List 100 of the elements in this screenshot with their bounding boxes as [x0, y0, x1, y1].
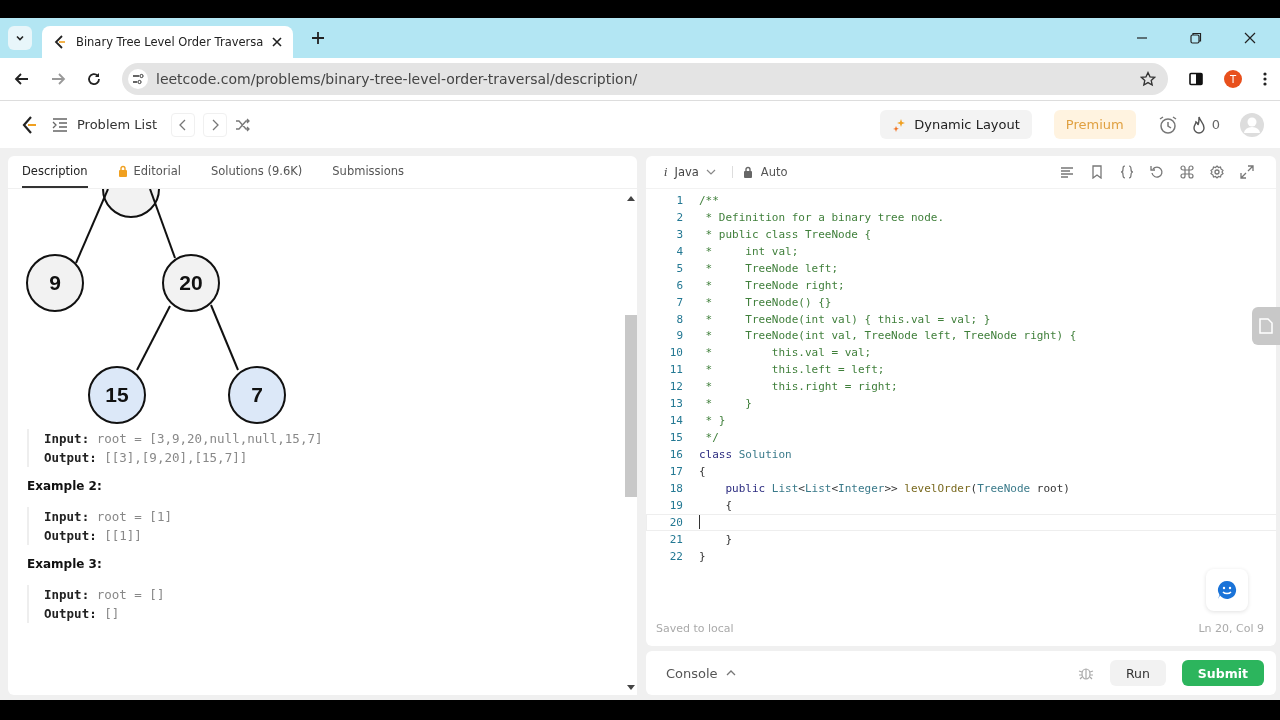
line-number: 15 [668, 431, 684, 445]
expand-icon[interactable] [1240, 165, 1254, 179]
auto-mode-label[interactable]: Auto [742, 165, 788, 179]
line-number: 12 [668, 380, 684, 394]
line-number: 3 [675, 227, 684, 241]
chevron-up-icon [725, 669, 736, 677]
line-number: 9 [675, 329, 684, 343]
tree-node: 20 [162, 254, 220, 312]
language-selector[interactable]: i Java [664, 165, 716, 179]
code-line: * TreeNode() {} [704, 295, 832, 309]
panel-tab[interactable]: Submissions [332, 164, 405, 188]
line-number: 4 [675, 244, 684, 258]
tab-search-button[interactable] [8, 26, 32, 50]
line-number: 10 [668, 346, 684, 360]
line-number: 6 [675, 278, 684, 292]
line-number: 18 [668, 481, 684, 495]
code-line: */ [704, 431, 719, 445]
code-line: public List<List<Integer>> levelOrder(TreeNode root) [724, 481, 1070, 495]
line-number: 14 [668, 414, 684, 428]
bug-icon[interactable] [1077, 665, 1094, 681]
chevron-right-icon [210, 118, 220, 131]
code-line: * } [704, 397, 752, 411]
panel-tab[interactable]: Solutions (9.6K) [211, 164, 303, 188]
format-icon[interactable] [1060, 165, 1074, 179]
scroll-up-icon[interactable] [627, 195, 635, 201]
tree-edge [136, 305, 171, 371]
code-line: * } [704, 414, 726, 428]
code-line: } [724, 532, 733, 546]
flame-icon [1191, 115, 1206, 134]
leetcode-logo-icon[interactable] [20, 114, 38, 135]
new-tab-icon[interactable] [311, 31, 326, 45]
close-icon[interactable] [271, 36, 284, 48]
line-number: 1 [675, 193, 684, 207]
code-line: * this.right = right; [704, 380, 898, 394]
settings-icon[interactable] [1210, 165, 1224, 179]
braces-icon[interactable] [1120, 165, 1134, 179]
line-number: 17 [668, 464, 684, 478]
example-input-text: Input: root = [1] [44, 508, 173, 526]
code-line: * TreeNode right; [704, 278, 845, 292]
close-icon[interactable] [1244, 32, 1256, 44]
console-toggle[interactable]: Console [660, 664, 742, 682]
code-line: /** [699, 193, 719, 207]
lock-icon [117, 165, 128, 177]
line-number: 8 [675, 312, 684, 326]
bookmark-star-icon[interactable] [1140, 71, 1156, 87]
chevron-left-icon [178, 118, 188, 131]
line-number: 5 [675, 261, 684, 275]
panel-tab[interactable]: Editorial [117, 164, 181, 188]
restore-icon[interactable] [1190, 32, 1202, 44]
tree-edge [149, 189, 176, 259]
lock-icon [742, 166, 753, 178]
streak-counter[interactable]: 0 [1191, 115, 1220, 134]
line-number: 21 [668, 532, 684, 546]
browser-tab[interactable]: Binary Tree Level Order Traversa [42, 26, 294, 58]
run-button[interactable]: Run [1109, 660, 1166, 686]
line-number: 2 [675, 210, 684, 224]
example-input-text: Input: root = [] [44, 586, 166, 604]
scroll-down-icon[interactable] [627, 685, 635, 691]
site-settings-icon[interactable] [128, 69, 148, 89]
tree-node: 7 [228, 366, 286, 424]
reset-icon[interactable] [1150, 165, 1164, 179]
alarm-clock-icon[interactable] [1157, 114, 1178, 135]
dynamic-layout-button[interactable]: Dynamic Layout [880, 110, 1032, 139]
reload-icon[interactable] [86, 71, 102, 87]
more-menu-icon[interactable] [1262, 71, 1268, 87]
cursor-position: Ln 20, Col 9 [1198, 621, 1264, 635]
smiley-chat-icon [1217, 580, 1237, 600]
tree-node: 15 [88, 366, 146, 424]
tab-title: Binary Tree Level Order Traversa [76, 35, 264, 49]
forward-icon[interactable] [50, 71, 66, 87]
code-line: * int val; [704, 244, 799, 258]
command-icon[interactable] [1180, 165, 1194, 179]
line-number: 11 [668, 363, 684, 377]
problem-list-button[interactable]: Problem List [52, 117, 157, 132]
panel-tab[interactable]: Description [22, 164, 88, 188]
example-output-text: Output: [] [44, 605, 121, 623]
profile-avatar[interactable]: T [1224, 70, 1242, 88]
code-line: class Solution [699, 448, 792, 462]
document-icon [1259, 318, 1273, 334]
example-output-text: Output: [[1]] [44, 527, 143, 545]
feedback-button[interactable] [1206, 569, 1248, 611]
bookmark-icon[interactable] [1090, 165, 1104, 179]
save-status: Saved to local [656, 621, 734, 635]
code-line: * this.left = left; [704, 363, 885, 377]
text-cursor [699, 515, 700, 530]
line-number: 7 [675, 295, 684, 309]
code-line: { [724, 498, 733, 512]
code-line: * public class TreeNode { [704, 227, 872, 241]
tree-edge [210, 304, 239, 371]
code-line: * TreeNode(int val, TreeNode left, TreeNode right) { [704, 329, 1077, 343]
shuffle-icon[interactable] [235, 117, 251, 132]
side-panel-icon[interactable] [1188, 71, 1204, 87]
chevron-down-icon [705, 168, 716, 176]
tree-node: 9 [26, 254, 84, 312]
code-line: * TreeNode(int val) { this.val = val; } [704, 312, 991, 326]
address-bar[interactable]: leetcode.com/problems/binary-tree-level-order-traversal/description/ [122, 63, 1168, 95]
back-icon[interactable] [14, 71, 30, 87]
code-line: * this.val = val; [704, 346, 872, 360]
line-number: 16 [668, 448, 684, 462]
line-number: 20 [668, 515, 684, 529]
